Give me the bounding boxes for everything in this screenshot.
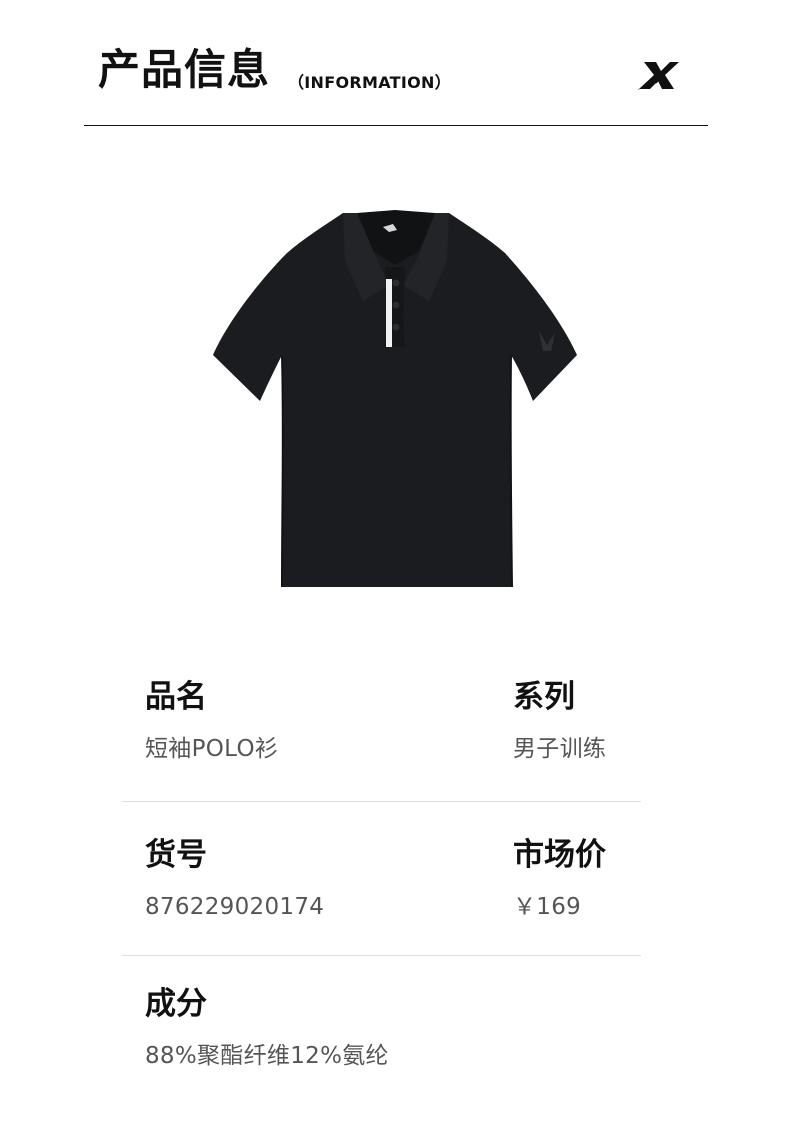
page-title: 产品信息: [98, 45, 271, 94]
brand-x-logo-icon: [637, 62, 679, 90]
spec-name-value: 短袖POLO衫: [145, 736, 279, 762]
spec-price-value: ￥169: [513, 894, 582, 920]
spec-item-no-label: 货号: [145, 837, 207, 873]
spec-composition-label: 成分: [145, 986, 207, 1022]
spec-series-label: 系列: [513, 679, 575, 715]
header: 产品信息 （INFORMATION）: [0, 0, 790, 127]
header-divider: [84, 125, 708, 126]
page-subtitle: （INFORMATION）: [288, 73, 452, 92]
row-divider: [122, 955, 641, 956]
spec-item-no-value: 876229020174: [145, 894, 325, 920]
row-divider: [122, 801, 641, 802]
spec-series-value: 男子训练: [513, 736, 607, 762]
spec-name-label: 品名: [145, 679, 207, 715]
product-image: [213, 210, 577, 588]
spec-price-label: 市场价: [513, 837, 606, 873]
polo-shirt-icon: [213, 210, 577, 588]
spec-composition-value: 88%聚酯纤维12%氨纶: [145, 1043, 389, 1069]
